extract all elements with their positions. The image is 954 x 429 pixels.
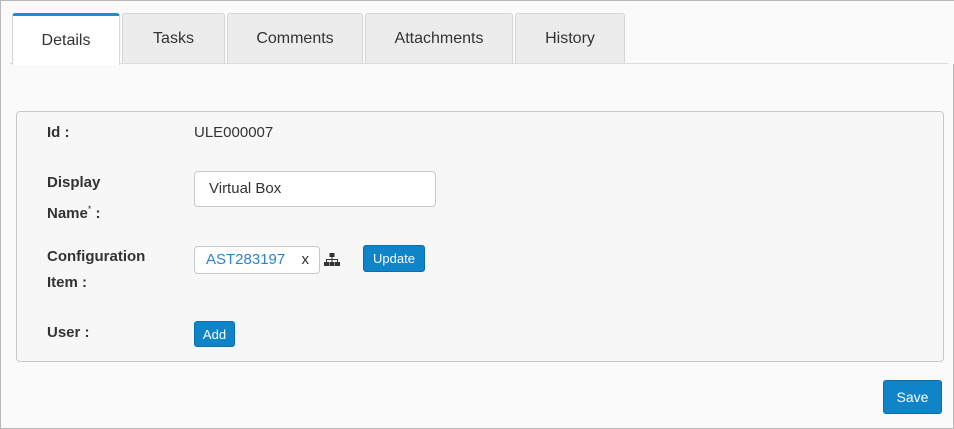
config-item-tag: AST283197 x bbox=[194, 246, 320, 274]
tab-label: Tasks bbox=[153, 30, 194, 47]
display-name-label-line1: Display bbox=[47, 174, 101, 191]
save-button[interactable]: Save bbox=[883, 380, 942, 414]
tab-label: Attachments bbox=[394, 30, 484, 47]
tab-label: Comments bbox=[256, 30, 334, 47]
tab-divider bbox=[10, 63, 948, 64]
tab-bar: Details Tasks Comments Attachments Histo… bbox=[2, 1, 954, 65]
tab-comments[interactable]: Comments bbox=[227, 13, 363, 64]
tab-attachments[interactable]: Attachments bbox=[365, 13, 513, 64]
id-label: Id : bbox=[47, 124, 70, 141]
add-user-button[interactable]: Add bbox=[194, 321, 235, 347]
hierarchy-icon[interactable] bbox=[324, 253, 340, 267]
tab-tasks[interactable]: Tasks bbox=[122, 13, 225, 64]
tab-history[interactable]: History bbox=[515, 13, 625, 64]
config-item-label-line1: Configuration bbox=[47, 248, 146, 265]
display-name-field[interactable]: Virtual Box bbox=[194, 171, 436, 207]
display-name-label-colon: : bbox=[91, 205, 101, 222]
user-label: User : bbox=[47, 324, 90, 341]
config-item-label-line2: Item : bbox=[47, 274, 88, 291]
config-item-link[interactable]: AST283197 bbox=[206, 251, 285, 268]
config-item-label: Configuration Item : bbox=[47, 244, 145, 296]
id-value: ULE000007 bbox=[194, 124, 274, 141]
display-name-label: Display Name* : bbox=[47, 170, 101, 227]
update-button[interactable]: Update bbox=[363, 245, 425, 272]
details-panel: Id : ULE000007 Display Name* : Virtual B… bbox=[16, 111, 944, 362]
tab-label: History bbox=[545, 30, 595, 47]
display-name-label-line2: Name* : bbox=[47, 196, 101, 227]
display-name-label-text: Name bbox=[47, 205, 88, 222]
tab-details[interactable]: Details bbox=[12, 13, 120, 65]
remove-config-item-button[interactable]: x bbox=[302, 247, 310, 273]
tab-label: Details bbox=[41, 31, 91, 49]
window-frame: Details Tasks Comments Attachments Histo… bbox=[0, 0, 954, 429]
